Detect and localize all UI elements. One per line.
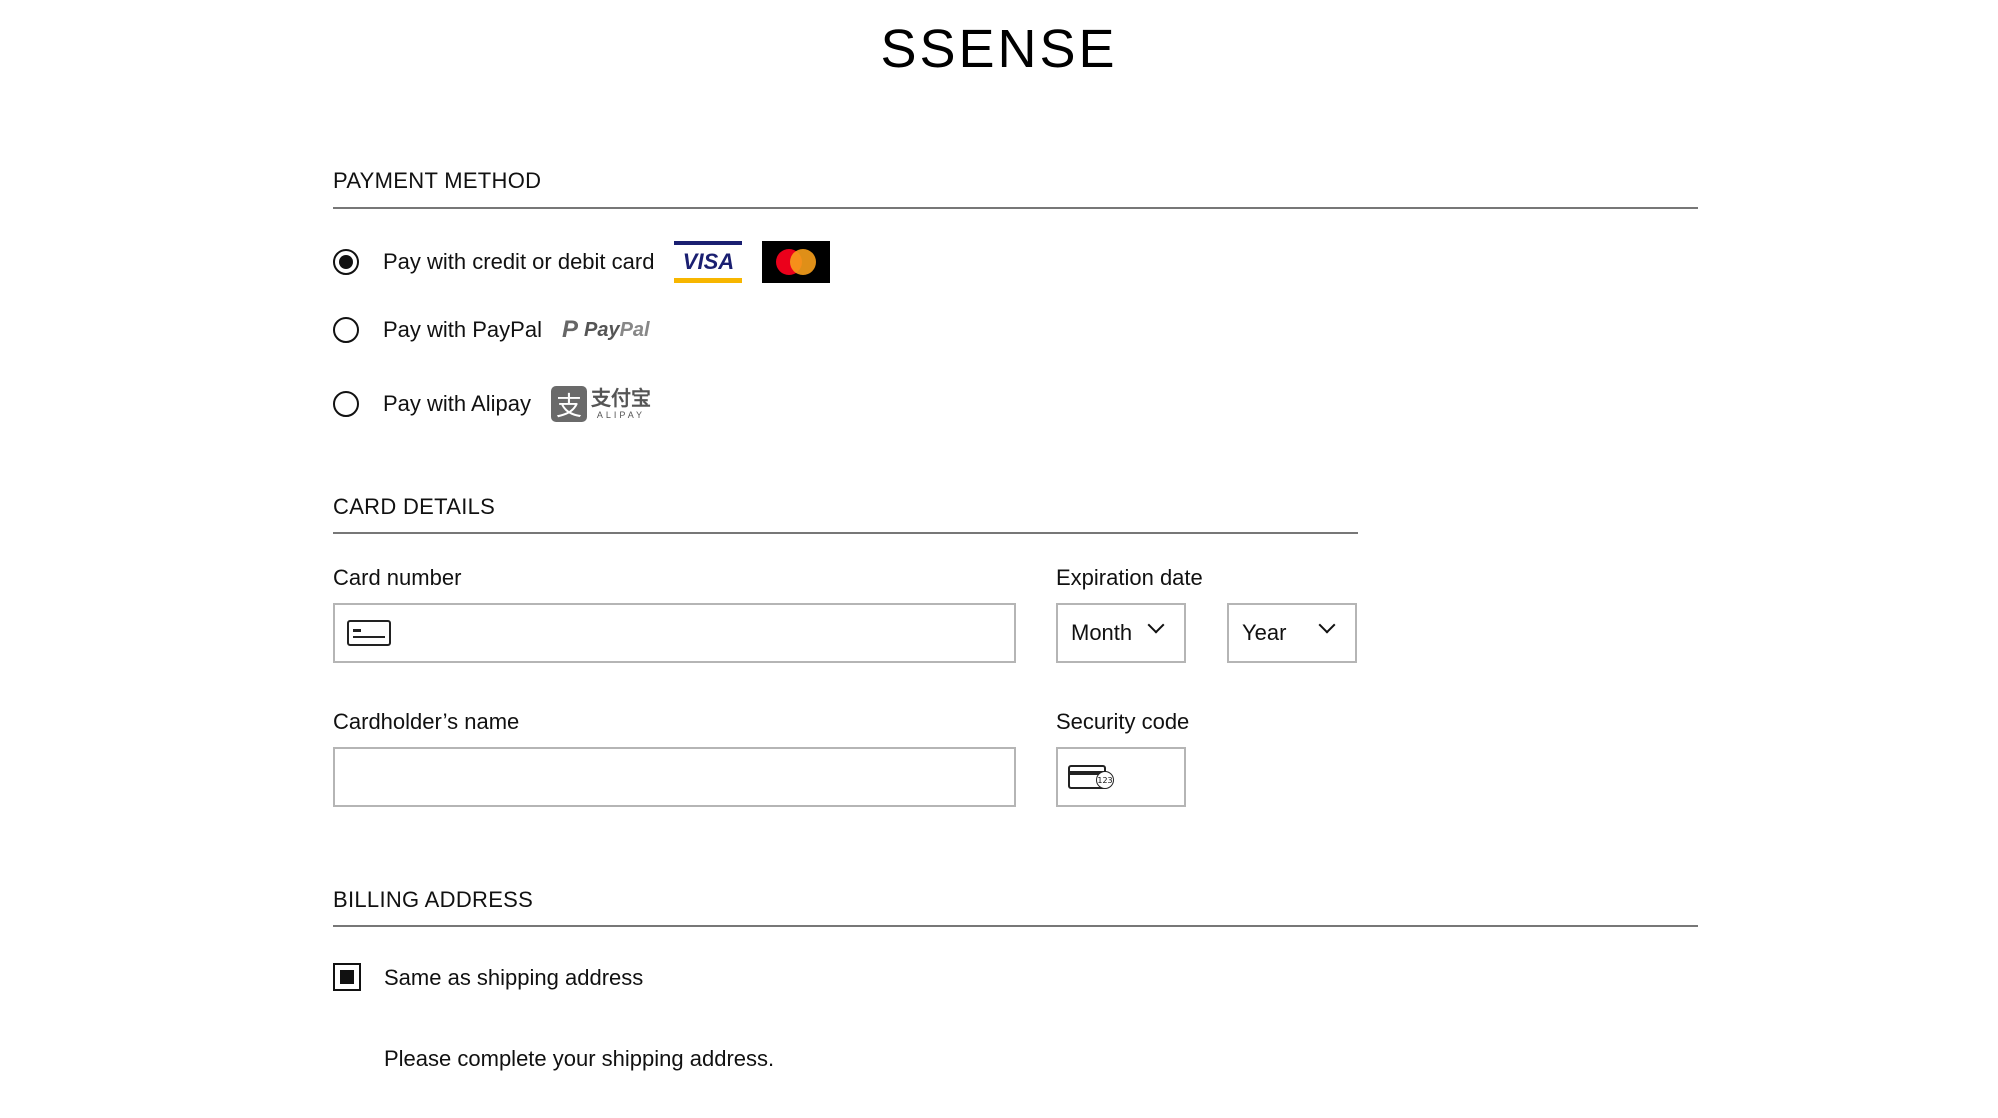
radio-card[interactable] <box>333 249 359 275</box>
alipay-logo-en: ALIPAY <box>596 409 646 420</box>
expiration-month-select[interactable]: Month <box>1056 603 1186 663</box>
payment-option-paypal-label[interactable]: Pay with PayPal <box>383 317 542 343</box>
same-as-shipping-label[interactable]: Same as shipping address <box>384 965 643 991</box>
expiration-year-value: Year <box>1242 620 1287 645</box>
credit-card-icon <box>347 620 391 646</box>
payment-option-alipay-label[interactable]: Pay with Alipay <box>383 391 531 417</box>
security-code-label: Security code <box>1056 709 1190 734</box>
visa-logo: VISA <box>674 241 743 283</box>
security-code-input[interactable] <box>1106 749 1184 805</box>
cardholder-name-label: Cardholder’s name <box>333 709 520 734</box>
card-details-divider <box>333 532 1358 534</box>
cardholder-name-input[interactable] <box>335 749 1014 805</box>
mastercard-orange-circle <box>790 249 817 275</box>
card-details-heading: CARD DETAILS <box>333 494 496 519</box>
payment-option-paypal[interactable]: Pay with PayPal P Pay Pal <box>333 312 650 348</box>
payment-method-divider <box>333 207 1698 209</box>
payment-option-card[interactable]: Pay with credit or debit card VISA <box>333 241 831 283</box>
payment-method-heading: PAYMENT METHOD <box>333 168 542 193</box>
radio-alipay[interactable] <box>333 391 359 417</box>
alipay-logo-cn: 支付宝 <box>590 387 651 410</box>
same-as-shipping-checkbox[interactable] <box>333 963 361 991</box>
chevron-down-icon <box>1147 616 1165 634</box>
billing-address-heading: BILLING ADDRESS <box>333 887 534 912</box>
card-cvc-icon: 123 <box>1068 765 1114 789</box>
radio-paypal[interactable] <box>333 317 359 343</box>
payment-option-alipay[interactable]: Pay with Alipay 支 支付宝 ALIPAY <box>333 386 651 422</box>
card-number-field[interactable] <box>333 603 1016 663</box>
paypal-p-icon: P <box>561 316 578 343</box>
card-number-label: Card number <box>333 565 462 590</box>
card-number-input[interactable] <box>391 605 1014 661</box>
expiration-month-value: Month <box>1071 620 1133 645</box>
paypal-logo-text-pal: Pal <box>619 318 650 341</box>
alipay-logo: 支 支付宝 ALIPAY <box>550 386 651 422</box>
paypal-logo-text-pay: Pay <box>583 318 620 341</box>
alipay-mark-icon: 支 <box>550 386 587 422</box>
ssense-logo[interactable]: SSENSE <box>0 18 1998 80</box>
shipping-address-message: Please complete your shipping address. <box>384 1046 775 1071</box>
security-code-field[interactable]: 123 <box>1056 747 1186 807</box>
paypal-logo: P Pay Pal <box>562 316 650 344</box>
cvc-icon-text: 123 <box>1096 771 1114 789</box>
cardholder-name-field[interactable] <box>333 747 1016 807</box>
mastercard-logo <box>762 241 831 283</box>
payment-option-card-label[interactable]: Pay with credit or debit card <box>383 249 654 275</box>
expiration-year-select[interactable]: Year <box>1227 603 1357 663</box>
expiration-date-label: Expiration date <box>1056 565 1203 590</box>
chevron-down-icon <box>1318 616 1336 634</box>
billing-address-divider <box>333 925 1698 927</box>
